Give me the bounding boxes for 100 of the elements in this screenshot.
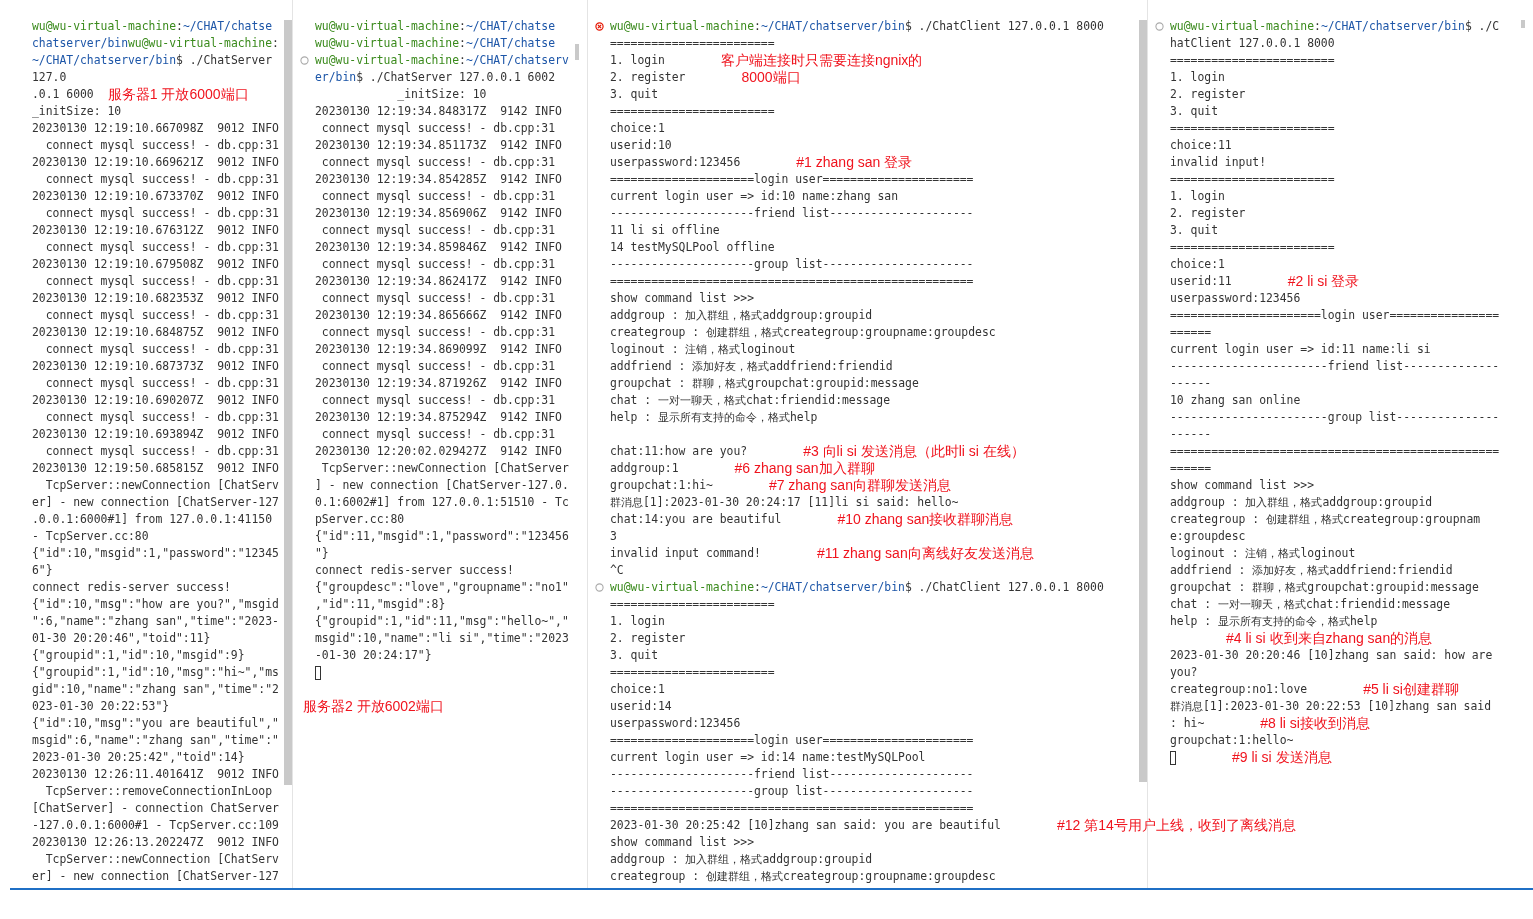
terminal-line: connect mysql success! - db.cpp:31: [320, 426, 556, 443]
terminal-line: -----------------------group list---------------: [1170, 409, 1500, 426]
terminal-line: -----------------------friend list--------------: [1170, 358, 1500, 375]
terminal-line: connect mysql success! - db.cpp:31: [320, 188, 556, 205]
terminal-line: gid":10,"name":"zhang san","time":"2: [32, 681, 279, 698]
prompt-line: ~/CHAT/chatserver/bin$ ./ChatServer: [32, 52, 273, 69]
terminal-line: 023-01-30 20:22:53"}: [32, 698, 170, 715]
terminal-line: connect mysql success! - db.cpp:31: [320, 358, 556, 375]
terminal-line: ========================: [1170, 120, 1335, 137]
prompt-line: wu@wu-virtual-machine:~/CHAT/chatserv: [315, 52, 569, 69]
terminal-line: 20230130 12:19:34.854285Z 9142 INFO: [315, 171, 562, 188]
terminal-line: ======: [1170, 324, 1212, 341]
terminal-line: ":6,"name":"zhang san","time":"2023-: [32, 613, 279, 630]
terminal-line: 2023-01-30 20:25:42","toid":14}: [32, 749, 245, 766]
annotation-text: #8 li si接收到消息: [1260, 715, 1370, 732]
terminal-line: ^C: [610, 562, 624, 579]
terminal-line: userid:11: [1170, 273, 1232, 290]
terminal-line: 20230130 12:19:34.859846Z 9142 INFO: [315, 239, 562, 256]
terminal-line: connect mysql success! - db.cpp:31: [320, 290, 556, 307]
terminal-line: "}: [315, 545, 329, 562]
terminal-line: ========================: [1170, 52, 1335, 69]
annotation-text: #5 li si创建群聊: [1363, 681, 1459, 698]
text-cursor: [1170, 750, 1176, 765]
terminal-line: 20230130 12:19:10.682353Z 9012 INFO: [32, 290, 279, 307]
terminal-line: connect mysql success! - db.cpp:31: [44, 205, 279, 222]
terminal-line: 2023-01-30 20:25:42 [10]zhang san said: you are beautiful: [610, 817, 1001, 834]
terminal-line: msgid":6,"name":"zhang san","time":": [32, 732, 279, 749]
terminal-line: 1. login: [610, 52, 665, 69]
terminal-line: 10 zhang san online: [1170, 392, 1301, 409]
terminal-line: msgid":10,"name":"li si","time":"2023: [315, 630, 569, 647]
terminal-line: .0.1 6000: [32, 86, 94, 103]
terminal-line: connect mysql success! - db.cpp:31: [320, 324, 556, 341]
terminal-line: connect mysql success! - db.cpp:31: [44, 307, 279, 324]
terminal-line: loginout : 注销，格式loginout: [1170, 545, 1356, 562]
terminal-line: current login user => id:10 name:zhang san: [610, 188, 899, 205]
terminal-line: 11 li si offline: [610, 222, 720, 239]
terminal-line: e:groupdesc: [1170, 528, 1246, 545]
terminal-line: current login user => id:14 name:testMySQLPool: [610, 749, 926, 766]
prompt-line: er/bin$ ./ChatServer 127.0.0.1 6002: [315, 69, 556, 86]
terminal-line: 2. register: [610, 630, 686, 647]
terminal-line: TcpServer::newConnection [ChatServ: [44, 851, 279, 868]
terminal-line: er] - new connection [ChatServer-127: [32, 494, 279, 511]
terminal-line: invalid input!: [1170, 154, 1266, 171]
annotation-text: #6 zhang san加入群聊: [734, 460, 875, 477]
terminal-line: groupchat:1:hi~: [610, 477, 713, 494]
terminal-line: 20230130 12:19:34.865666Z 9142 INFO: [315, 307, 562, 324]
annotation-text: 服务器2 开放6002端口: [303, 698, 444, 715]
terminal-line: groupchat : 群聊，格式groupchat:groupid:message: [610, 375, 919, 392]
terminal-line: 20230130 12:19:34.869099Z 9142 INFO: [315, 341, 562, 358]
terminal-line: 1. login: [1170, 69, 1225, 86]
terminal-line: ========================: [610, 103, 775, 120]
terminal-line: connect mysql success! - db.cpp:31: [320, 154, 556, 171]
terminal-line: userpassword:123456: [610, 154, 741, 171]
terminal-line: connect mysql success! - db.cpp:31: [44, 171, 279, 188]
terminal-line: 20230130 12:19:10.690207Z 9012 INFO: [32, 392, 279, 409]
terminal-line: userpassword:123456: [610, 715, 741, 732]
terminal-line: {"id":10,"msg":"how are you?","msgid: [32, 596, 279, 613]
annotation-text: #10 zhang san接收群聊消息: [837, 511, 1014, 528]
terminal-line: 20230130 12:19:10.673370Z 9012 INFO: [32, 188, 279, 205]
terminal-line: ======: [1170, 460, 1212, 477]
terminal-line: 20230130 12:26:13.202247Z 9012 INFO: [32, 834, 279, 851]
terminal-line: 3. quit: [610, 647, 658, 664]
text-cursor: [315, 665, 321, 680]
terminal-line: ,"id":11,"msgid":8}: [315, 596, 446, 613]
scrollbar-thumb[interactable]: [1521, 20, 1525, 28]
scrollbar-thumb[interactable]: [1139, 20, 1147, 782]
terminal-line: 20230130 12:19:10.669621Z 9012 INFO: [32, 154, 279, 171]
terminal-line: ======================login user================: [1170, 307, 1500, 324]
terminal-line: ---------------------friend list---------------------: [610, 205, 974, 222]
terminal-line: 20230130 12:19:34.875294Z 9142 INFO: [315, 409, 562, 426]
terminal-line: =====================================================: [610, 273, 974, 290]
terminal-line: 20230130 12:19:34.856906Z 9142 INFO: [315, 205, 562, 222]
terminal-line: 20230130 12:19:10.676312Z 9012 INFO: [32, 222, 279, 239]
terminal-line: 20230130 12:19:10.693894Z 9012 INFO: [32, 426, 279, 443]
terminal-line: connect redis-server success!: [315, 562, 514, 579]
terminal-line: : hi~: [1170, 715, 1205, 732]
terminal-line: - TcpServer.cc:80: [32, 528, 149, 545]
terminal-line: ========================: [610, 596, 775, 613]
terminal-line: choice:1: [1170, 256, 1225, 273]
scrollbar-thumb[interactable]: [284, 20, 292, 785]
prompt-line: wu@wu-virtual-machine:~/CHAT/chatserver/bin$ ./ChatClient 127.0.0.1 8000: [610, 579, 1104, 596]
terminal-line: 2. register: [1170, 205, 1246, 222]
terminal-line: 2. register: [1170, 86, 1246, 103]
terminal-line: chat : 一对一聊天，格式chat:friendid:message: [1170, 596, 1451, 613]
terminal-line: ------: [1170, 375, 1212, 392]
terminal-line: choice:11: [1170, 137, 1232, 154]
terminal-line: choice:1: [610, 120, 665, 137]
terminal-line: 20230130 12:19:10.667098Z 9012 INFO: [32, 120, 279, 137]
terminal-line: [ChatServer] - connection ChatServer: [32, 800, 279, 817]
terminal-line: 6"}: [32, 562, 53, 579]
terminal-line: 3: [610, 528, 617, 545]
terminal-line: -01-30 20:24:17"}: [315, 647, 432, 664]
terminal-line: 2. register: [610, 69, 686, 86]
scrollbar-thumb[interactable]: [575, 44, 579, 60]
terminal-line: addgroup:1: [610, 460, 679, 477]
terminal-line: 1. login: [610, 613, 665, 630]
terminal-line: ========================: [1170, 239, 1335, 256]
terminal-line: userpassword:123456: [1170, 290, 1301, 307]
terminal-line: {"groupid":1,"id":11,"msg":"hello~",": [315, 613, 569, 630]
terminal-line: help : 显示所有支持的命令，格式help: [1170, 613, 1378, 630]
